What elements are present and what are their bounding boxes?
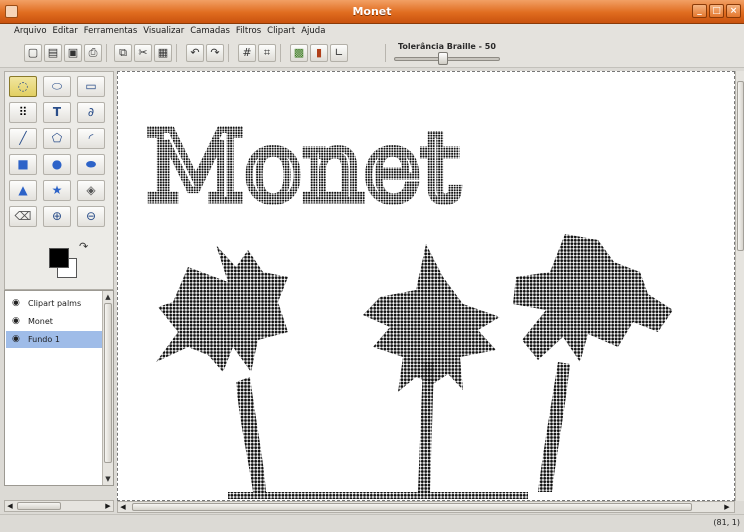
new-file-icon[interactable]: ▢ xyxy=(24,44,42,62)
ground-line xyxy=(228,492,528,499)
open-icon[interactable]: ▤ xyxy=(44,44,62,62)
graph-icon[interactable]: ∟ xyxy=(330,44,348,62)
scroll-right-icon[interactable]: ▶ xyxy=(722,502,732,512)
menu-editar[interactable]: Editar xyxy=(50,24,81,36)
layer-name: Fundo 1 xyxy=(28,335,60,344)
zoom-in-icon[interactable]: ⊕ xyxy=(43,206,71,227)
zoom-out-icon[interactable]: ⊖ xyxy=(77,206,105,227)
canvas-hscrollbar[interactable]: ◀ ▶ xyxy=(117,501,735,513)
tool-palette: ◌ ⬭ ▭ ⠿ T ∂ ╱ ⬠ ◜ ■ ● ⬬ ▲ ★ ◈ ⌫ ⊕ ⊖ ↷ xyxy=(4,71,114,290)
toolbar-separator xyxy=(106,44,107,62)
layer-item-selected[interactable]: ◉ Fundo 1 xyxy=(6,331,102,348)
canvas-text: Monet xyxy=(146,111,459,223)
layer-name: Clipart palms xyxy=(28,299,82,308)
fill-icon[interactable]: ◈ xyxy=(77,180,105,201)
line-icon[interactable]: ╱ xyxy=(9,128,37,149)
toolbar: ▢ ▤ ▣ ⎙ ⧉ ✂ ▦ ↶ ↷ # ⌗ ▩ ▮ ∟ Tolerância B… xyxy=(0,38,744,68)
layer-name: Monet xyxy=(28,317,53,326)
menu-arquivo[interactable]: Arquivo xyxy=(0,24,50,36)
rect-select-icon[interactable]: ▭ xyxy=(77,76,105,97)
toolbar-separator xyxy=(228,44,229,62)
scroll-thumb[interactable] xyxy=(104,303,112,463)
layer-item[interactable]: ◉ Monet xyxy=(6,313,102,330)
ellipse-icon[interactable]: ⬬ xyxy=(77,154,105,175)
scroll-left-icon[interactable]: ◀ xyxy=(5,501,15,511)
scroll-thumb[interactable] xyxy=(132,503,692,511)
toolbar-separator xyxy=(176,44,177,62)
swap-colors-icon[interactable]: ↷ xyxy=(79,240,88,253)
scroll-right-icon[interactable]: ▶ xyxy=(103,501,113,511)
ellipse-select-icon[interactable]: ⬭ xyxy=(43,76,71,97)
canvas-drawing: Monet xyxy=(143,108,673,499)
menu-visualizar[interactable]: Visualizar xyxy=(140,24,187,36)
app-window: Monet _ □ × Arquivo Editar Ferramentas Visu… xyxy=(0,0,744,532)
cut-icon[interactable]: ✂ xyxy=(134,44,152,62)
cursor-coordinates: (81, 1) xyxy=(713,518,740,527)
drawing-canvas[interactable]: Monet xyxy=(117,71,735,501)
arc-icon[interactable]: ◜ xyxy=(77,128,105,149)
maximize-icon[interactable]: □ xyxy=(709,4,724,18)
image-icon[interactable]: ▩ xyxy=(290,44,308,62)
star-icon[interactable]: ★ xyxy=(43,180,71,201)
visibility-eye-icon[interactable]: ◉ xyxy=(12,331,20,348)
canvas-vscrollbar[interactable] xyxy=(735,71,744,501)
scroll-up-icon[interactable]: ▲ xyxy=(104,292,112,302)
visibility-eye-icon[interactable]: ◉ xyxy=(12,313,20,330)
status-bar: (81, 1) xyxy=(0,514,744,532)
menu-ferramentas[interactable]: Ferramentas xyxy=(81,24,141,36)
scroll-down-icon[interactable]: ▼ xyxy=(104,474,112,484)
scroll-thumb[interactable] xyxy=(737,81,744,251)
layers-scrollbar[interactable]: ▲ ▼ xyxy=(102,291,113,485)
triangle-icon[interactable]: ▲ xyxy=(9,180,37,201)
foreground-color-swatch[interactable] xyxy=(49,248,69,268)
layer-item[interactable]: ◉ Clipart palms xyxy=(6,295,102,312)
paste-icon[interactable]: ▦ xyxy=(154,44,172,62)
menu-filtros[interactable]: Filtros xyxy=(233,24,264,36)
close-icon[interactable]: × xyxy=(726,4,741,18)
menu-clipart[interactable]: Clipart xyxy=(264,24,298,36)
circle-icon[interactable]: ● xyxy=(43,154,71,175)
toolbar-separator xyxy=(385,44,386,62)
eraser-icon[interactable]: ⌫ xyxy=(9,206,37,227)
window-title: Monet xyxy=(352,5,392,18)
print-icon[interactable]: ⎙ xyxy=(84,44,102,62)
palm-tree-right xyxy=(513,234,673,492)
braille-tolerance-label: Tolerância Braille - 50 xyxy=(398,42,496,51)
visibility-eye-icon[interactable]: ◉ xyxy=(12,295,20,312)
redo-icon[interactable]: ↷ xyxy=(206,44,224,62)
layers-panel: ◉ Clipart palms ◉ Monet ◉ Fundo 1 ▲ ▼ xyxy=(4,290,114,486)
polygon-icon[interactable]: ⬠ xyxy=(43,128,71,149)
braille-dots-icon[interactable]: ⠿ xyxy=(9,102,37,123)
menu-ajuda[interactable]: Ajuda xyxy=(298,24,328,36)
save-icon[interactable]: ▣ xyxy=(64,44,82,62)
menu-bar: Arquivo Editar Ferramentas Visualizar Camada… xyxy=(0,24,744,38)
grid-icon[interactable]: # xyxy=(238,44,256,62)
menu-camadas[interactable]: Camadas xyxy=(187,24,233,36)
title-bar[interactable]: Monet _ □ × xyxy=(0,0,744,24)
slider-thumb[interactable] xyxy=(438,52,448,65)
text-icon[interactable]: T xyxy=(43,102,71,123)
palm-tree-middle xyxy=(363,244,500,492)
lasso-icon[interactable]: ◌ xyxy=(9,76,37,97)
scroll-thumb[interactable] xyxy=(17,502,61,510)
layers-hscrollbar[interactable]: ◀ ▶ xyxy=(4,500,114,512)
crop-icon[interactable]: ⌗ xyxy=(258,44,276,62)
freehand-icon[interactable]: ∂ xyxy=(77,102,105,123)
chart-icon[interactable]: ▮ xyxy=(310,44,328,62)
palm-tree-left xyxy=(156,245,288,492)
minimize-icon[interactable]: _ xyxy=(692,4,707,18)
rectangle-icon[interactable]: ■ xyxy=(9,154,37,175)
toolbar-separator xyxy=(280,44,281,62)
undo-icon[interactable]: ↶ xyxy=(186,44,204,62)
scroll-left-icon[interactable]: ◀ xyxy=(118,502,128,512)
copy-icon[interactable]: ⧉ xyxy=(114,44,132,62)
